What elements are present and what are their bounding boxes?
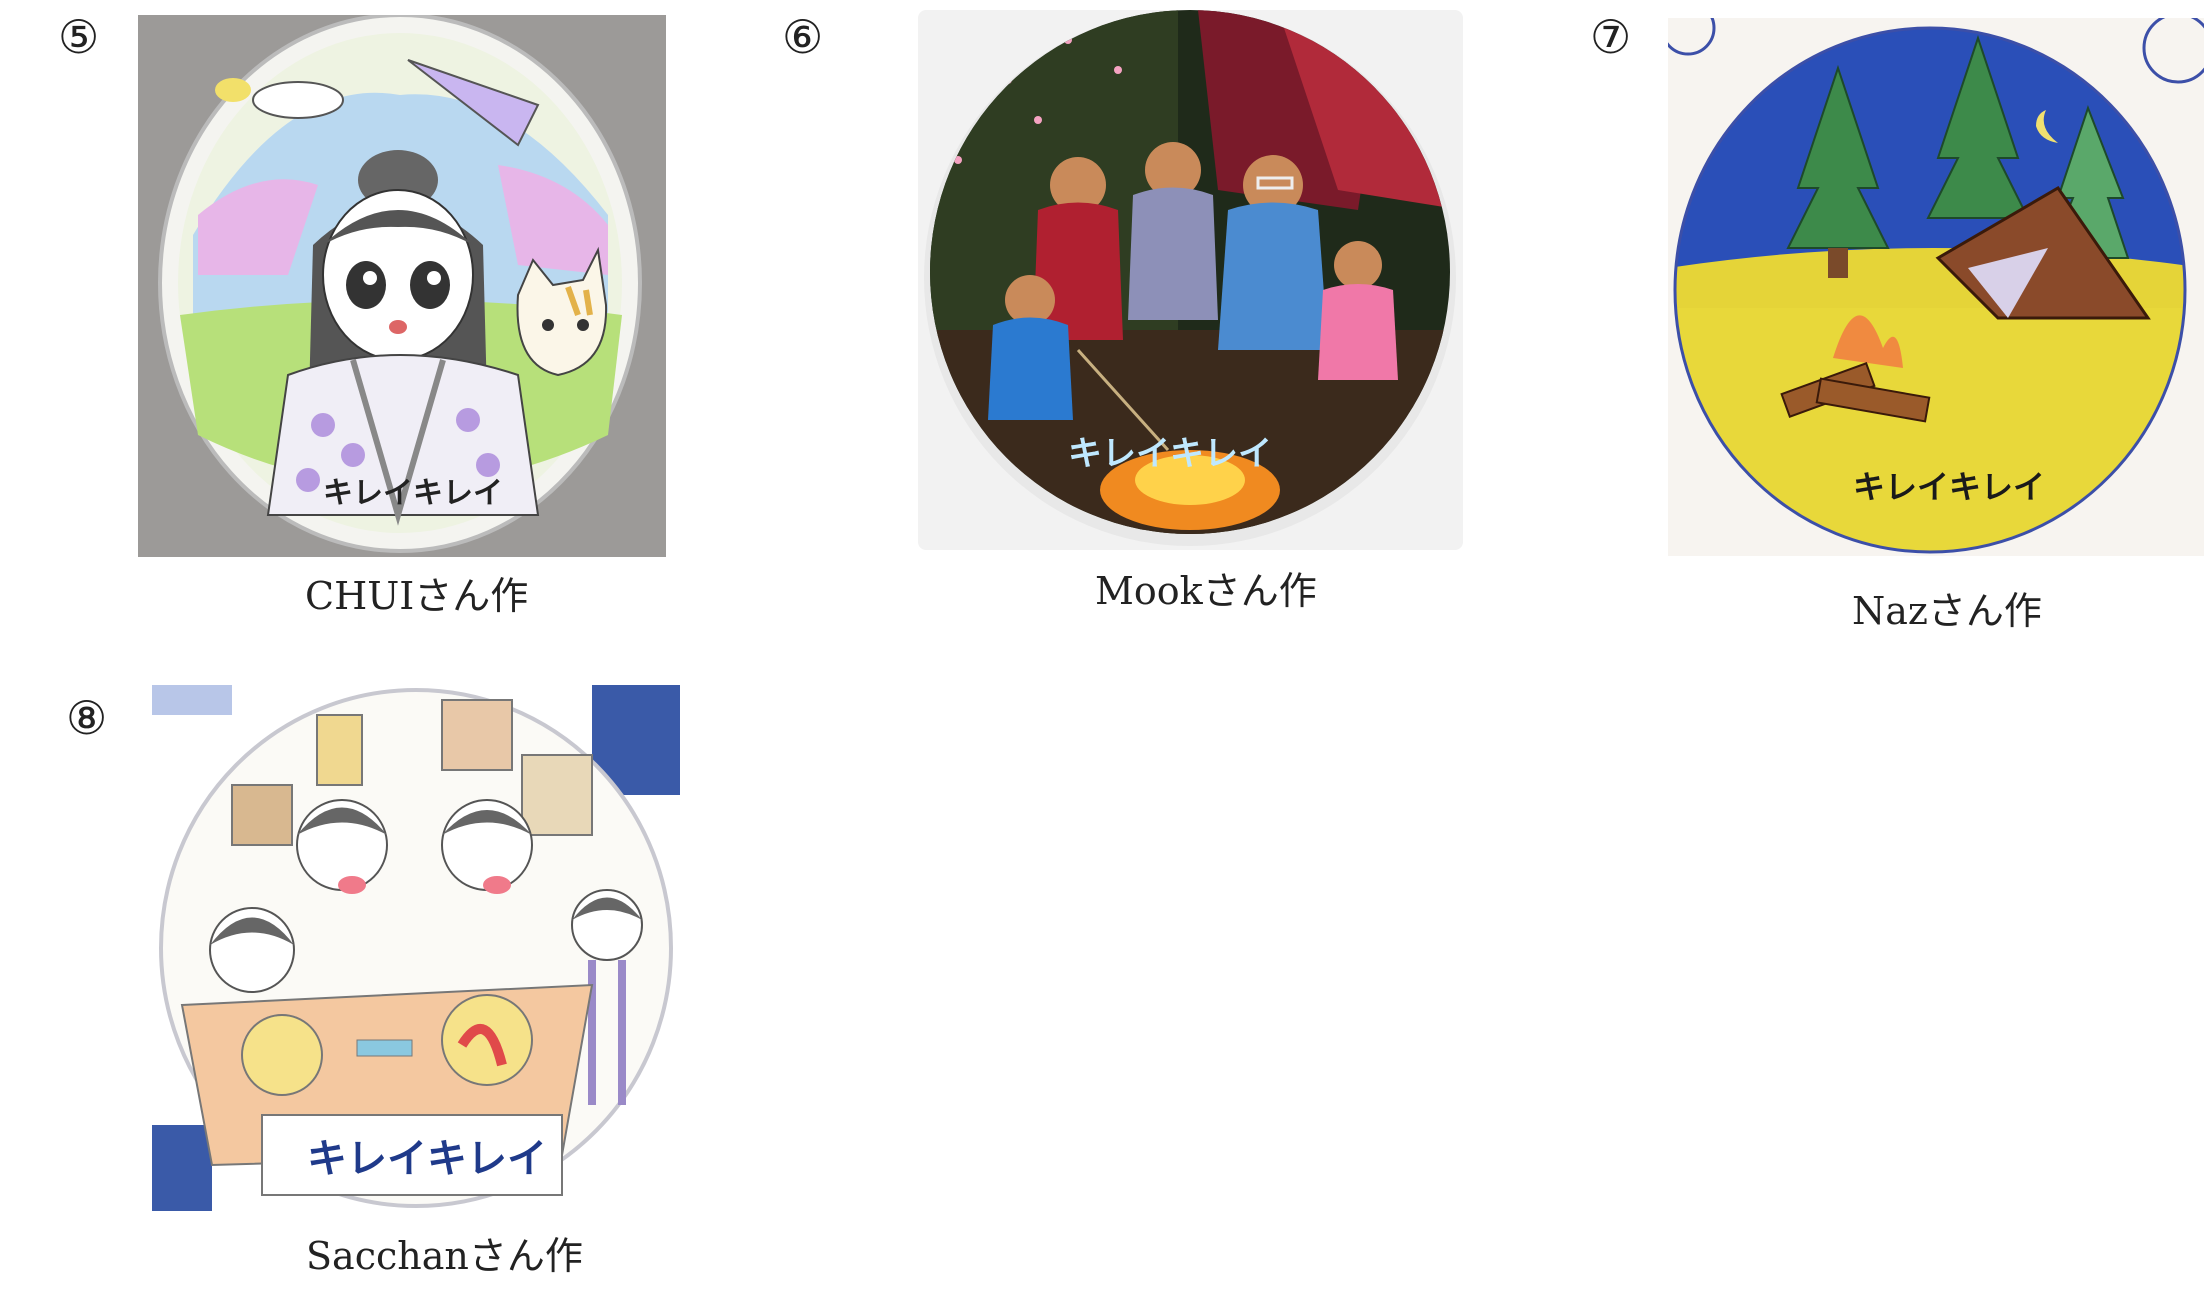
entry-number-6: ⑥	[782, 10, 824, 64]
artwork-mook-drawing: キレイキレイ	[924, 10, 1456, 546]
entry-number-5: ⑤	[58, 10, 100, 64]
artwork-sacchan-drawing: キレイキレイ	[152, 685, 680, 1211]
entry-number-7: ⑦	[1590, 10, 1632, 64]
artwork-naz-drawing: キレイキレイ	[1668, 18, 2204, 554]
artwork-mook: キレイキレイ	[918, 10, 1463, 550]
stamp-mook: キレイキレイ	[1068, 434, 1272, 474]
caption-sacchan: Sacchanさん作	[306, 1234, 583, 1278]
artwork-naz: キレイキレイ	[1668, 18, 2204, 556]
caption-chui: CHUIさん作	[305, 574, 529, 618]
entry-number-8: ⑧	[66, 691, 108, 745]
stamp-naz: キレイキレイ	[1853, 468, 2045, 506]
stamp-sacchan: キレイキレイ	[307, 1136, 547, 1182]
artwork-chui-drawing: キレイキレイ	[158, 15, 642, 553]
caption-mook: Mookさん作	[1095, 569, 1317, 613]
artwork-chui: キレイキレイ	[138, 15, 666, 557]
caption-naz: Nazさん作	[1852, 589, 2042, 633]
stamp-chui: キレイキレイ	[323, 476, 503, 511]
artwork-sacchan: キレイキレイ	[152, 685, 680, 1211]
